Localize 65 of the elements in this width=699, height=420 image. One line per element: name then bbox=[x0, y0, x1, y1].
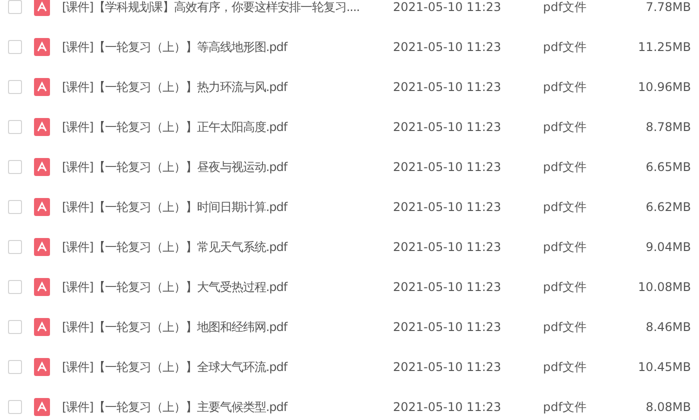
pdf-file-icon bbox=[34, 398, 50, 416]
file-size: 10.96MB bbox=[638, 79, 691, 96]
row-checkbox[interactable] bbox=[8, 200, 22, 214]
row-checkbox[interactable] bbox=[8, 80, 22, 94]
file-size: 6.65MB bbox=[646, 159, 691, 176]
file-name[interactable]: [课件]【一轮复习（上）】昼夜与视运动.pdf bbox=[62, 158, 387, 176]
row-checkbox[interactable] bbox=[8, 320, 22, 334]
pdf-file-icon bbox=[34, 278, 50, 296]
file-name[interactable]: [课件]【一轮复习（上）】地图和经纬网.pdf bbox=[62, 318, 387, 336]
modified-date: 2021-05-10 11:23 bbox=[393, 0, 502, 16]
file-type: pdf文件 bbox=[543, 199, 588, 216]
modified-date: 2021-05-10 11:23 bbox=[393, 279, 502, 296]
pdf-file-icon bbox=[34, 238, 50, 256]
row-checkbox[interactable] bbox=[8, 120, 22, 134]
file-name[interactable]: [课件]【一轮复习（上）】大气受热过程.pdf bbox=[62, 278, 387, 296]
file-type: pdf文件 bbox=[543, 79, 588, 96]
file-type: pdf文件 bbox=[543, 359, 588, 376]
file-size: 10.08MB bbox=[638, 279, 691, 296]
modified-date: 2021-05-10 11:23 bbox=[393, 359, 502, 376]
pdf-file-icon bbox=[34, 38, 50, 56]
file-size: 9.04MB bbox=[646, 239, 691, 256]
file-type: pdf文件 bbox=[543, 279, 588, 296]
file-name[interactable]: [课件]【一轮复习（上）】全球大气环流.pdf bbox=[62, 358, 387, 376]
file-size: 8.08MB bbox=[646, 399, 691, 416]
file-size: 8.78MB bbox=[646, 119, 691, 136]
file-size: 8.46MB bbox=[646, 319, 691, 336]
modified-date: 2021-05-10 11:23 bbox=[393, 399, 502, 416]
pdf-file-icon bbox=[34, 78, 50, 96]
file-type: pdf文件 bbox=[543, 0, 588, 16]
pdf-file-icon bbox=[34, 318, 50, 336]
file-name[interactable]: [课件]【一轮复习（上）】等高线地形图.pdf bbox=[62, 38, 387, 56]
modified-date: 2021-05-10 11:23 bbox=[393, 199, 502, 216]
pdf-file-icon bbox=[34, 358, 50, 376]
file-size: 7.78MB bbox=[646, 0, 691, 16]
row-checkbox[interactable] bbox=[8, 40, 22, 54]
file-size: 11.25MB bbox=[638, 39, 691, 56]
row-checkbox[interactable] bbox=[8, 160, 22, 174]
file-type: pdf文件 bbox=[543, 159, 588, 176]
file-name[interactable]: [课件]【一轮复习（上）】时间日期计算.pdf bbox=[62, 198, 387, 216]
pdf-file-icon bbox=[34, 158, 50, 176]
file-type: pdf文件 bbox=[543, 319, 588, 336]
file-name[interactable]: [课件]【一轮复习（上）】热力环流与风.pdf bbox=[62, 78, 387, 96]
file-type: pdf文件 bbox=[543, 119, 588, 136]
modified-date: 2021-05-10 11:23 bbox=[393, 39, 502, 56]
file-name[interactable]: [课件]【学科规划课】高效有序，你要这样安排一轮复习.... bbox=[62, 0, 387, 16]
pdf-file-icon bbox=[34, 118, 50, 136]
modified-date: 2021-05-10 11:23 bbox=[393, 319, 502, 336]
row-checkbox[interactable] bbox=[8, 400, 22, 414]
modified-date: 2021-05-10 11:23 bbox=[393, 119, 502, 136]
pdf-file-icon bbox=[34, 198, 50, 216]
file-name[interactable]: [课件]【一轮复习（上）】主要气候类型.pdf bbox=[62, 398, 387, 416]
modified-date: 2021-05-10 11:23 bbox=[393, 239, 502, 256]
file-type: pdf文件 bbox=[543, 39, 588, 56]
modified-date: 2021-05-10 11:23 bbox=[393, 79, 502, 96]
file-type: pdf文件 bbox=[543, 239, 588, 256]
file-type: pdf文件 bbox=[543, 399, 588, 416]
file-name[interactable]: [课件]【一轮复习（上）】常见天气系统.pdf bbox=[62, 238, 387, 256]
file-size: 6.62MB bbox=[646, 199, 691, 216]
modified-date: 2021-05-10 11:23 bbox=[393, 159, 502, 176]
file-name[interactable]: [课件]【一轮复习（上）】正午太阳高度.pdf bbox=[62, 118, 387, 136]
file-size: 10.45MB bbox=[638, 359, 691, 376]
row-checkbox[interactable] bbox=[8, 280, 22, 294]
row-checkbox[interactable] bbox=[8, 360, 22, 374]
row-checkbox[interactable] bbox=[8, 0, 22, 14]
row-checkbox[interactable] bbox=[8, 240, 22, 254]
